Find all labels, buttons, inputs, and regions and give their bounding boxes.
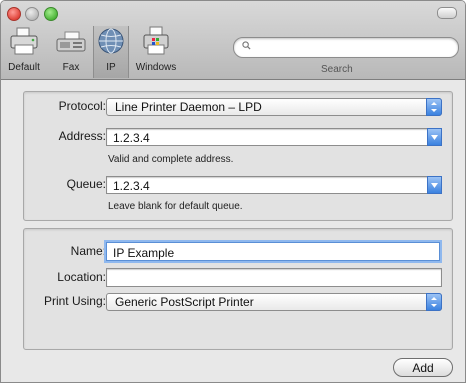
name-field[interactable] <box>106 242 440 261</box>
print-using-label: Print Using: <box>43 294 106 308</box>
location-label: Location: <box>57 270 106 284</box>
toolbar-item-label: IP <box>106 62 116 73</box>
queue-label: Queue: <box>66 177 106 191</box>
close-button[interactable] <box>7 7 21 21</box>
location-input[interactable] <box>111 271 435 287</box>
dropdown-arrow-icon[interactable] <box>427 128 442 146</box>
minimize-button[interactable] <box>25 7 39 21</box>
address-input[interactable] <box>111 130 415 146</box>
location-field[interactable] <box>106 268 442 287</box>
search-icon <box>242 41 251 50</box>
toolbar-toggle-button[interactable] <box>437 7 457 19</box>
search-input[interactable] <box>256 40 450 56</box>
add-button[interactable]: Add <box>393 358 453 377</box>
queue-field[interactable] <box>106 176 442 194</box>
search-label: Search <box>321 64 353 75</box>
toolbar-item-label: Windows <box>135 62 177 73</box>
toolbar: Default Fax IP Windows Search <box>1 1 465 80</box>
connection-panel: Protocol: Line Printer Daemon – LPD Addr… <box>23 91 453 221</box>
toolbar-item-windows[interactable]: Windows <box>131 26 181 78</box>
address-field[interactable] <box>106 128 442 146</box>
windows-printer-icon <box>143 26 169 55</box>
dropdown-arrow-icon[interactable] <box>427 176 442 194</box>
protocol-value: Line Printer Daemon – LPD <box>115 100 262 114</box>
name-input[interactable] <box>111 245 435 261</box>
toolbar-item-label: Fax <box>62 62 80 73</box>
popup-arrows-icon <box>426 98 442 116</box>
name-label: Name: <box>70 244 106 258</box>
toolbar-item-default[interactable]: Default <box>1 26 47 78</box>
address-hint: Valid and complete address. <box>108 154 234 165</box>
queue-input[interactable] <box>111 178 415 194</box>
search-field[interactable] <box>233 37 459 58</box>
printer-icon <box>10 27 38 55</box>
zoom-button[interactable] <box>44 7 58 21</box>
toolbar-item-fax[interactable]: Fax <box>49 26 93 78</box>
address-label: Address: <box>58 129 106 143</box>
toolbar-item-label: Default <box>8 62 40 73</box>
toolbar-item-ip[interactable]: IP <box>93 26 129 78</box>
print-using-value: Generic PostScript Printer <box>115 295 254 309</box>
fax-icon <box>56 31 86 52</box>
printer-details-panel: Name: Location: Print Using: Generic Pos… <box>23 228 453 350</box>
popup-arrows-icon <box>426 293 442 311</box>
print-using-popup[interactable]: Generic PostScript Printer <box>106 293 442 311</box>
protocol-popup[interactable]: Line Printer Daemon – LPD <box>106 98 442 116</box>
globe-icon <box>98 28 124 54</box>
queue-hint: Leave blank for default queue. <box>108 201 243 212</box>
add-printer-window: Default Fax IP Windows Search Protocol: … <box>0 0 466 383</box>
protocol-label: Protocol: <box>58 99 106 113</box>
